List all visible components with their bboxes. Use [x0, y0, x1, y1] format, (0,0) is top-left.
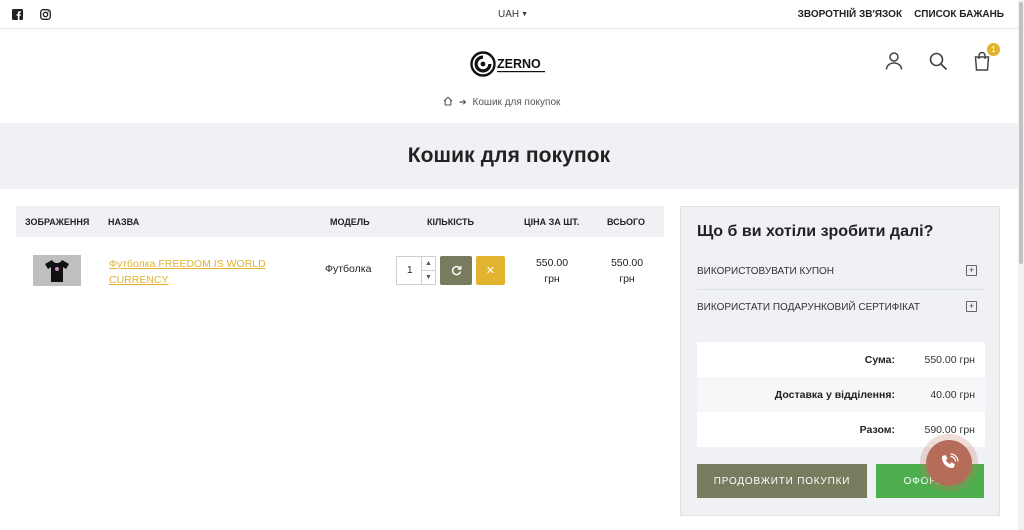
panel-title: Що б ви хотіли зробити далі? [697, 223, 934, 240]
table-row: Футболка FREEDOM IS WORLD CURRENCY Футбо… [16, 237, 664, 305]
header-quantity: КІЛЬКІСТЬ [427, 217, 475, 227]
header-image: ЗОБРАЖЕННЯ [25, 217, 90, 227]
total-label: Разом: [859, 424, 895, 436]
order-totals: Сума: 550.00 грн Доставка у відділення: … [697, 342, 985, 447]
update-quantity-button[interactable] [440, 256, 472, 285]
facebook-icon[interactable] [12, 9, 23, 20]
header-model: МОДЕЛЬ [330, 217, 370, 227]
product-name-link[interactable]: Футболка FREEDOM IS WORLD CURRENCY [109, 256, 279, 288]
product-model: Футболка [325, 263, 372, 275]
search-icon[interactable] [927, 50, 949, 72]
cart-count-badge: 1 [987, 43, 1000, 56]
currency-label: UAH [498, 9, 520, 20]
chevron-up-icon[interactable]: ▲ [422, 257, 435, 271]
coupon-label: ВИКОРИСТОВУВАТИ КУПОН [697, 266, 835, 277]
title-band: Кошик для покупок [0, 123, 1018, 189]
user-icon[interactable] [883, 50, 905, 72]
shipping-value: 40.00 грн [930, 389, 975, 401]
close-icon: ✕ [485, 265, 496, 277]
header-name: НАЗВА [108, 217, 140, 227]
site-logo[interactable]: ZERNO [470, 50, 548, 78]
gift-certificate-accordion[interactable]: ВИКОРИСТАТИ ПОДАРУНКОВИЙ СЕРТИФІКАТ + [697, 290, 985, 326]
page-title: Кошик для покупок [407, 144, 611, 167]
line-total: 550.00 грн [597, 255, 657, 287]
instagram-icon[interactable] [40, 9, 51, 20]
scrollbar[interactable] [1018, 0, 1024, 530]
scrollbar-thumb[interactable] [1019, 2, 1023, 264]
plus-icon: + [966, 265, 977, 276]
breadcrumb-arrow-icon: ➔ [459, 97, 467, 107]
phone-icon [942, 453, 959, 468]
feedback-link[interactable]: ЗВОРОТНІЙ ЗВ'ЯЗОК [798, 9, 902, 20]
quantity-stepper[interactable]: 1 ▲ ▼ [396, 256, 436, 285]
refresh-icon [451, 265, 461, 276]
header-unit-price: ЦІНА ЗА ШТ. [524, 217, 580, 227]
line-total-amount: 550.00 [610, 257, 644, 269]
tshirt-icon [45, 259, 69, 282]
breadcrumb: ➔ Кошик для покупок [443, 96, 560, 109]
coupon-accordion[interactable]: ВИКОРИСТОВУВАТИ КУПОН + [697, 254, 985, 290]
unit-price-amount: 550.00 [535, 257, 569, 269]
breadcrumb-current[interactable]: Кошик для покупок [473, 97, 561, 108]
svg-text:ZERNO: ZERNO [497, 57, 541, 71]
subtotal-value: 550.00 грн [924, 354, 975, 366]
cart-table: ЗОБРАЖЕННЯ НАЗВА МОДЕЛЬ КІЛЬКІСТЬ ЦІНА З… [16, 206, 664, 305]
line-total-currency: грн [619, 273, 635, 285]
plus-icon: + [966, 301, 977, 312]
continue-shopping-button[interactable]: ПРОДОВЖИТИ ПОКУПКИ [697, 464, 867, 498]
call-button[interactable] [926, 440, 972, 486]
quantity-input[interactable]: 1 [407, 265, 413, 276]
social-links [12, 9, 51, 20]
unit-price-currency: грн [544, 273, 560, 285]
home-icon[interactable] [443, 96, 453, 109]
top-bar: UAH ▼ ЗВОРОТНІЙ ЗВ'ЯЗОК СПИСОК БАЖАНЬ [0, 0, 1018, 29]
remove-item-button[interactable]: ✕ [476, 256, 505, 285]
top-links: ЗВОРОТНІЙ ЗВ'ЯЗОК СПИСОК БАЖАНЬ [798, 9, 1004, 20]
product-thumbnail[interactable] [33, 255, 81, 286]
wishlist-link[interactable]: СПИСОК БАЖАНЬ [914, 9, 1004, 20]
subtotal-label: Сума: [864, 354, 895, 366]
quantity-spinner[interactable]: ▲ ▼ [421, 257, 435, 284]
totals-row-subtotal: Сума: 550.00 грн [697, 342, 985, 377]
gift-certificate-label: ВИКОРИСТАТИ ПОДАРУНКОВИЙ СЕРТИФІКАТ [697, 302, 920, 313]
caret-down-icon: ▼ [521, 11, 529, 18]
currency-selector[interactable]: UAH ▼ [498, 9, 528, 20]
shipping-label: Доставка у відділення: [774, 389, 895, 401]
table-header: ЗОБРАЖЕННЯ НАЗВА МОДЕЛЬ КІЛЬКІСТЬ ЦІНА З… [16, 206, 664, 237]
chevron-down-icon[interactable]: ▼ [422, 271, 435, 285]
totals-row-shipping: Доставка у відділення: 40.00 грн [697, 377, 985, 412]
unit-price: 550.00 грн [522, 255, 582, 287]
header-total: ВСЬОГО [607, 217, 645, 227]
